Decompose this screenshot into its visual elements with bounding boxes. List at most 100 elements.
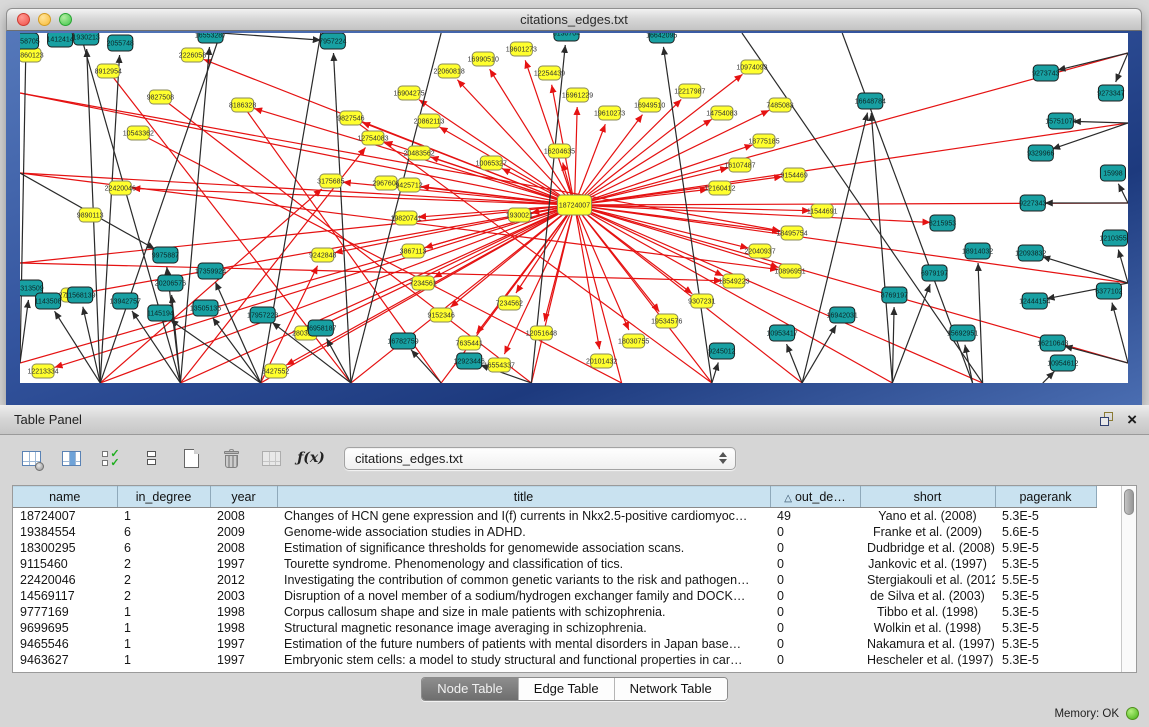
graph-node[interactable]: 16210643	[1037, 335, 1068, 351]
graph-node[interactable]: 16107487	[724, 158, 755, 172]
graph-node[interactable]: 16904275	[393, 86, 424, 100]
scrollbar-thumb[interactable]	[1124, 489, 1134, 515]
graph-node[interactable]: 12444154	[1019, 293, 1050, 309]
graph-node[interactable]: 20206576	[155, 275, 186, 291]
window-titlebar[interactable]: citations_edges.txt	[6, 8, 1142, 31]
graph-node[interactable]: 15692951	[947, 325, 978, 341]
graph-node[interactable]: 9273347	[1097, 85, 1124, 101]
graph-node[interactable]: 18030755	[618, 334, 649, 348]
delete-icon[interactable]	[218, 445, 244, 471]
select-all-icon[interactable]: ✓ ✓	[98, 445, 124, 471]
graph-node[interactable]: 16642095	[646, 33, 677, 43]
graph-node[interactable]: 16648784	[855, 93, 886, 109]
graph-node[interactable]: 12093832	[1015, 245, 1046, 261]
graph-node[interactable]: 16554337	[484, 358, 515, 372]
graph-node[interactable]: 12217987	[674, 84, 705, 98]
graph-node[interactable]: 8215953	[929, 215, 956, 231]
graph-node[interactable]: 10974093	[736, 60, 767, 74]
graph-node[interactable]: 9890113	[77, 208, 104, 222]
graph-node[interactable]: 8912954	[95, 64, 122, 78]
graph-node[interactable]: 16990510	[468, 52, 499, 66]
graph-node[interactable]: 6979197	[921, 265, 948, 281]
graph-node[interactable]: 7485083	[766, 98, 793, 112]
graph-node[interactable]: 17957223	[247, 307, 278, 323]
graph-node[interactable]: 3175685	[317, 174, 344, 188]
table-settings-icon[interactable]	[18, 445, 44, 471]
column-header-year[interactable]: year	[210, 487, 277, 508]
graph-node[interactable]: 16782759	[387, 333, 418, 349]
graph-node[interactable]: 18724007	[557, 195, 591, 215]
graph-node[interactable]: 9329966	[1027, 145, 1054, 161]
table-selector[interactable]: citations_edges.txt	[344, 447, 736, 470]
graph-node[interactable]: 15998	[1100, 165, 1125, 181]
graph-node[interactable]: 8427552	[262, 364, 289, 378]
tab-network-table[interactable]: Network Table	[614, 678, 727, 700]
graph-node[interactable]: 10954612	[1047, 355, 1078, 371]
table-row[interactable]: 1456911722003Disruption of a novel membe…	[13, 588, 1096, 604]
graph-node[interactable]: 7234562	[496, 296, 523, 310]
graph-node[interactable]: 15751074	[1045, 113, 1076, 129]
graph-node[interactable]: 8769197	[881, 287, 908, 303]
graph-node[interactable]: 8130704	[553, 33, 580, 41]
graph-node[interactable]: 9154469	[780, 168, 807, 182]
graph-node[interactable]: 18495754	[776, 226, 807, 240]
graph-node[interactable]: 1412414	[46, 33, 73, 47]
graph-node[interactable]: 9827508	[147, 90, 174, 104]
table-row[interactable]: 946362711997Embryonic stem cells: a mode…	[13, 652, 1096, 668]
table-row[interactable]: 1830029562008Estimation of significance …	[13, 540, 1096, 556]
graph-node[interactable]: 14754083	[706, 106, 737, 120]
graph-node[interactable]: 12051648	[526, 326, 557, 340]
graph-node[interactable]: 12923446	[454, 353, 485, 369]
graph-node[interactable]: 16942031	[827, 307, 858, 323]
show-columns-icon[interactable]	[58, 445, 84, 471]
graph-node[interactable]: 9245012	[708, 343, 735, 359]
graph-node[interactable]: 7635441	[456, 336, 483, 350]
graph-node[interactable]: 12103554	[1099, 230, 1128, 246]
graph-node[interactable]: 1143508	[35, 293, 62, 309]
graph-node[interactable]: 11568139	[65, 287, 96, 303]
graph-node[interactable]: 22420046	[105, 181, 136, 195]
graph-node[interactable]: 8860123	[20, 48, 44, 62]
graph-node[interactable]: 19601273	[506, 42, 537, 56]
row-height-icon[interactable]	[138, 445, 164, 471]
table-row[interactable]: 969969511998Structural magnetic resonanc…	[13, 620, 1096, 636]
graph-node[interactable]: 9227343	[1019, 195, 1046, 211]
graph-node[interactable]: 18914032	[962, 243, 993, 259]
table-row[interactable]: 2242004622012Investigating the contribut…	[13, 572, 1096, 588]
new-file-icon[interactable]	[178, 445, 204, 471]
graph-node[interactable]: 12160412	[704, 181, 735, 195]
column-header-out_de[interactable]: △out_de…	[770, 487, 860, 508]
graph-node[interactable]: 13942757	[110, 293, 141, 309]
graph-node[interactable]: 7234561	[409, 276, 436, 290]
graph-node[interactable]: 9273743	[1032, 65, 1059, 81]
tab-node-table[interactable]: Node Table	[422, 678, 518, 700]
graph-node[interactable]: 6377102	[1095, 283, 1122, 299]
graph-node[interactable]: 22040937	[744, 244, 775, 258]
graph-node[interactable]: 2055748	[107, 35, 134, 51]
graph-node[interactable]: 16204635	[544, 144, 575, 158]
graph-node[interactable]: 9152346	[427, 308, 454, 322]
graph-node[interactable]: 19534576	[651, 314, 682, 328]
column-header-title[interactable]: title	[277, 487, 770, 508]
graph-node[interactable]: 9975887	[152, 247, 179, 263]
column-header-pagerank[interactable]: pagerank	[995, 487, 1096, 508]
graph-node[interactable]: 16958187	[305, 320, 336, 336]
vertical-scrollbar[interactable]	[1121, 486, 1136, 672]
graph-node[interactable]: 9827546	[337, 111, 364, 125]
graph-node[interactable]: 10065327	[476, 156, 507, 170]
graph-node[interactable]: 9425712	[395, 178, 422, 192]
graph-node[interactable]: 19610273	[594, 106, 625, 120]
graph-node[interactable]: 10896951	[774, 264, 805, 278]
graph-node[interactable]: 16961229	[562, 88, 593, 102]
graph-node[interactable]: 9242848	[309, 248, 336, 262]
column-header-short[interactable]: short	[860, 487, 995, 508]
graph-node[interactable]: 13505135	[190, 300, 221, 316]
graph-node[interactable]: 1930213	[73, 33, 100, 45]
graph-node[interactable]: 12213334	[27, 364, 58, 378]
graph-node[interactable]: 18549223	[718, 274, 749, 288]
graph-node[interactable]: 20862113	[414, 114, 445, 128]
function-builder-icon[interactable]: ƒ(x)	[298, 445, 324, 471]
graph-node[interactable]: 2226058	[179, 48, 206, 62]
table-panel-header[interactable]: Table Panel ×	[0, 405, 1149, 435]
graph-node[interactable]: 12254439	[534, 66, 565, 80]
